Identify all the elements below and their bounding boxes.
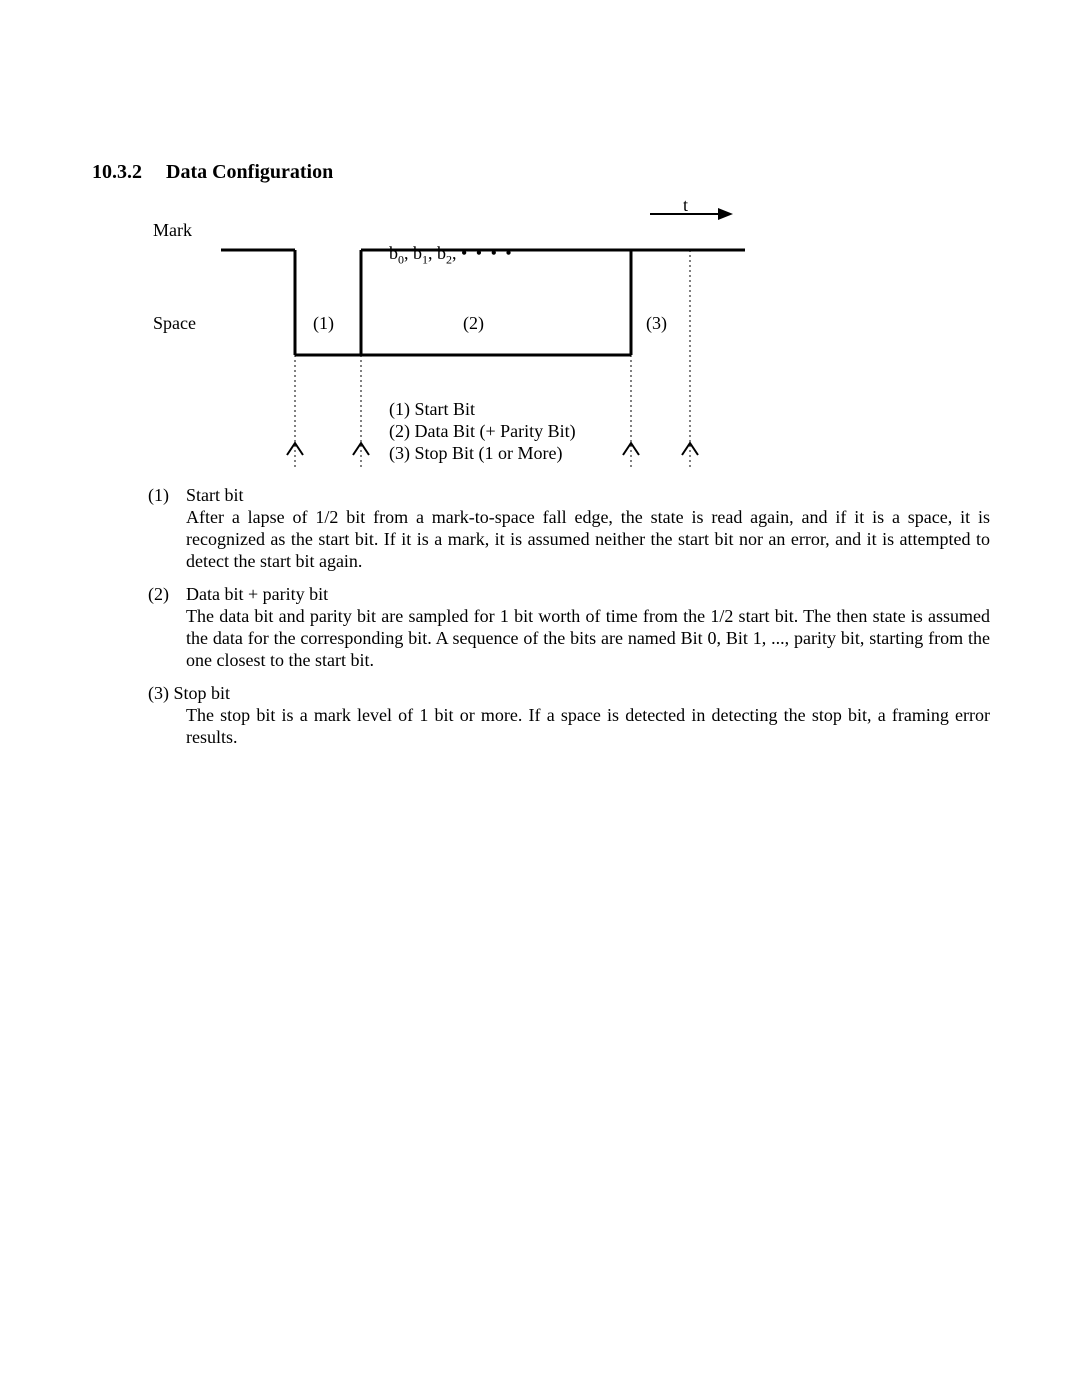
item-1-title: Start bit — [186, 485, 244, 505]
item-1-head: (1)Start bit — [148, 484, 990, 506]
item-2-body: The data bit and parity bit are sampled … — [186, 605, 990, 671]
mark-label: Mark — [153, 220, 192, 241]
item-1-num: (1) — [148, 484, 186, 506]
heading-number: 10.3.2 — [92, 161, 142, 184]
time-axis-label: t — [683, 195, 688, 216]
section-data-bit: (2)Data bit + parity bit The data bit an… — [148, 583, 990, 671]
page: 10.3.2 Data Configuration — [0, 0, 1080, 1397]
section-start-bit: (1)Start bit After a lapse of 1/2 bit fr… — [148, 484, 990, 572]
section-stop-bit: (3) Stop bit The stop bit is a mark leve… — [148, 682, 990, 748]
region-3-label: (3) — [646, 313, 667, 334]
diagram-legend: (1) Start Bit (2) Data Bit (+ Parity Bit… — [389, 398, 576, 464]
item-3-head: (3) Stop bit — [148, 682, 990, 704]
bit-sequence-label: b0, b1, b2, • • • • — [389, 243, 514, 268]
item-2-num: (2) — [148, 583, 186, 605]
space-label: Space — [153, 313, 196, 334]
section-heading: 10.3.2 Data Configuration — [92, 161, 333, 184]
item-1-body: After a lapse of 1/2 bit from a mark-to-… — [186, 506, 990, 572]
legend-line-2: (2) Data Bit (+ Parity Bit) — [389, 420, 576, 442]
heading-title: Data Configuration — [166, 161, 333, 183]
item-2-head: (2)Data bit + parity bit — [148, 583, 990, 605]
item-2-title: Data bit + parity bit — [186, 584, 328, 604]
region-1-label: (1) — [313, 313, 334, 334]
item-3-body: The stop bit is a mark level of 1 bit or… — [186, 704, 990, 748]
legend-line-1: (1) Start Bit — [389, 398, 576, 420]
region-2-label: (2) — [463, 313, 484, 334]
legend-line-3: (3) Stop Bit (1 or More) — [389, 442, 576, 464]
